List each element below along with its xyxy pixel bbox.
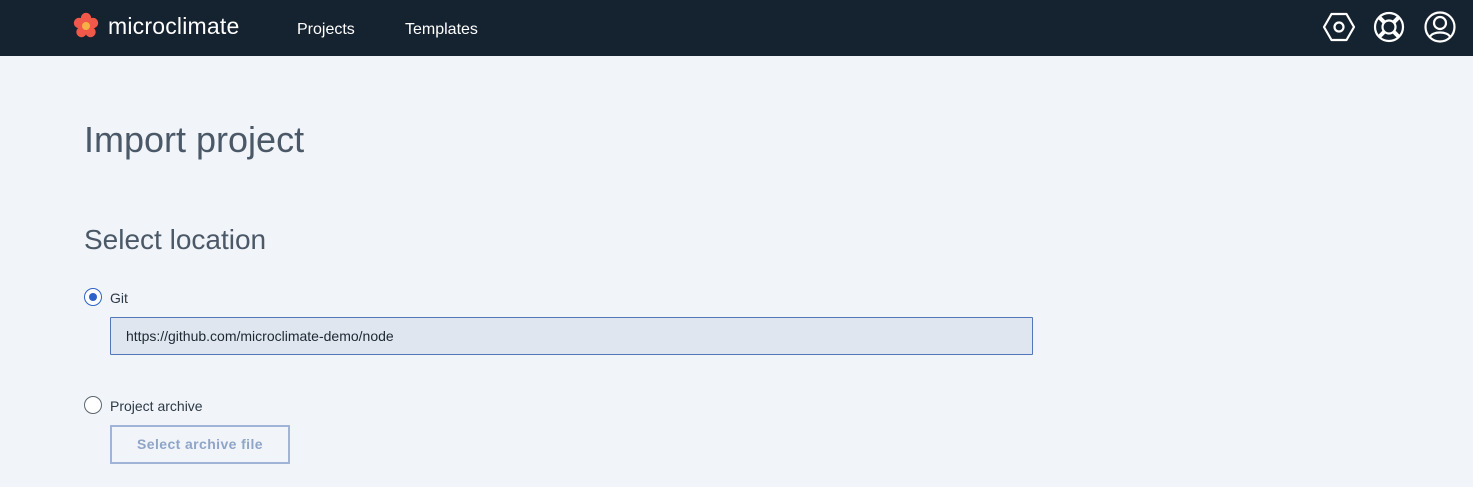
microclimate-logo-icon [73, 12, 99, 38]
nav-templates[interactable]: Templates [405, 20, 478, 40]
page-title: Import project [84, 119, 305, 160]
user-icon[interactable] [1423, 10, 1457, 44]
top-navigation-bar: microclimate Projects Templates [0, 0, 1473, 56]
project-archive-radio[interactable] [84, 396, 102, 414]
project-archive-radio-label[interactable]: Project archive [110, 397, 203, 415]
section-title: Select location [84, 224, 267, 255]
help-icon[interactable] [1372, 10, 1406, 44]
brand-name: microclimate [108, 13, 240, 39]
git-radio[interactable] [84, 288, 102, 306]
select-archive-file-button[interactable]: Select archive file [110, 425, 290, 464]
git-url-input[interactable] [110, 317, 1033, 355]
git-radio-label[interactable]: Git [110, 289, 128, 307]
settings-icon[interactable] [1322, 10, 1356, 44]
nav-projects[interactable]: Projects [297, 20, 355, 40]
brand[interactable]: microclimate [72, 11, 239, 41]
